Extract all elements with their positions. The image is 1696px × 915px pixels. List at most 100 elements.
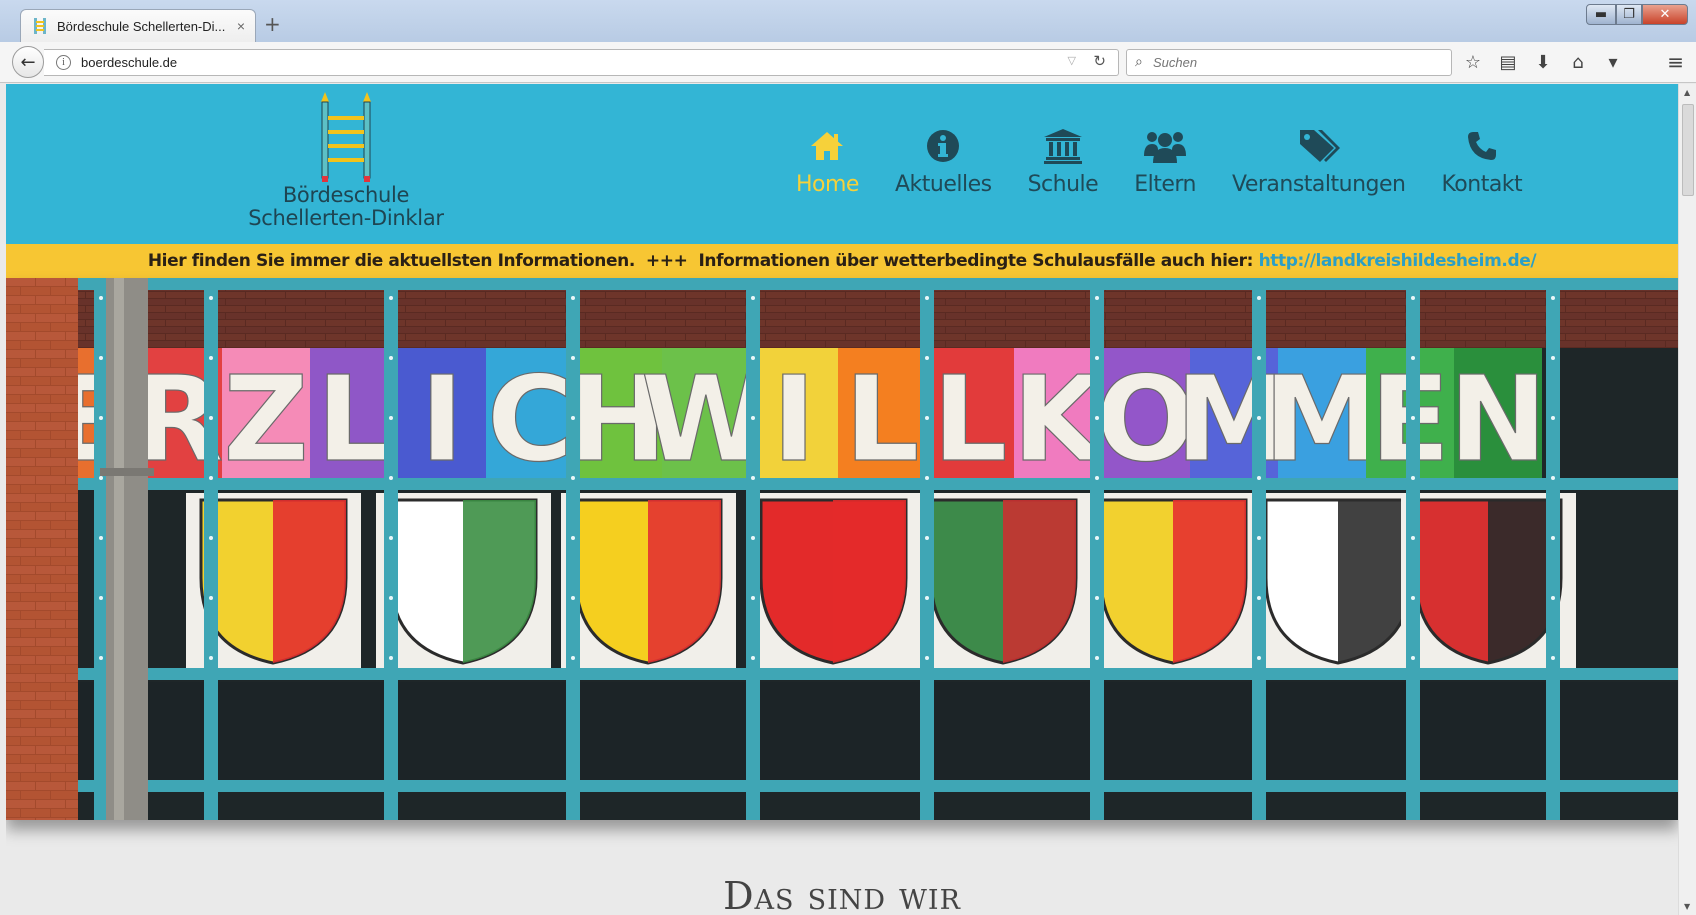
- window-frame-mullion: [1252, 682, 1266, 820]
- frame-rivet: [1095, 296, 1099, 300]
- frame-rivet: [99, 596, 103, 600]
- nav-item-kontakt[interactable]: Kontakt: [1441, 124, 1523, 197]
- frame-rivet: [389, 416, 393, 420]
- window-frame-mullion: [746, 682, 760, 820]
- page-viewport: Bördeschule Schellerten-Dinklar Home Akt…: [6, 84, 1678, 915]
- ticker-link[interactable]: http://landkreishildesheim.de/: [1259, 251, 1537, 271]
- banner-letter: L: [932, 350, 1007, 488]
- frame-rivet: [209, 356, 213, 360]
- back-button[interactable]: ←: [12, 46, 44, 78]
- frame-rivet: [1551, 656, 1555, 660]
- frame-rivet: [1257, 596, 1261, 600]
- institution-icon: [1043, 124, 1083, 168]
- news-ticker: Hier finden Sie immer die aktuellsten In…: [6, 244, 1678, 278]
- banner-letter: M: [1263, 350, 1380, 488]
- nav-item-aktuelles[interactable]: Aktuelles: [895, 124, 992, 197]
- browser-tab[interactable]: Bördeschule Schellerten-Di... ×: [20, 9, 256, 42]
- download-icon[interactable]: ⬇: [1532, 50, 1554, 74]
- close-window-button[interactable]: ✕: [1642, 4, 1688, 25]
- logo-text-line2: Schellerten-Dinklar: [248, 206, 444, 230]
- hamburger-menu-icon[interactable]: ≡: [1667, 50, 1684, 74]
- arrow-left-icon: ←: [20, 51, 36, 73]
- nav-item-veranstaltungen[interactable]: Veranstaltungen: [1231, 124, 1406, 197]
- browser-navbar: ← i boerdeschule.de ▽ ↻ ⌕ ☆ ▤ ⬇ ⌂ ▾ ≡: [0, 42, 1696, 83]
- frame-rivet: [571, 296, 575, 300]
- nav-item-eltern[interactable]: Eltern: [1134, 124, 1196, 197]
- frame-rivet: [1411, 296, 1415, 300]
- minimize-button[interactable]: ▬: [1586, 4, 1616, 25]
- window-frame-mullion: [566, 682, 580, 820]
- window-controls: ▬ ❐ ✕: [1586, 4, 1688, 25]
- site-header: Bördeschule Schellerten-Dinklar Home Akt…: [6, 84, 1678, 244]
- banner-letter: N: [1449, 350, 1548, 488]
- search-input[interactable]: [1153, 51, 1443, 74]
- banner-letter: L: [844, 350, 919, 488]
- pocket-icon[interactable]: ▾: [1602, 50, 1624, 74]
- frame-rivet: [1551, 476, 1555, 480]
- frame-rivet: [1257, 476, 1261, 480]
- frame-rivet: [925, 356, 929, 360]
- window-frame-mullion: [1406, 682, 1420, 820]
- url-text[interactable]: boerdeschule.de: [81, 55, 177, 70]
- browser-toolbar: ☆ ▤ ⬇ ⌂ ▾: [1462, 50, 1624, 74]
- frame-rivet: [209, 536, 213, 540]
- frame-rivet: [1095, 596, 1099, 600]
- frame-rivet: [751, 356, 755, 360]
- nav-item-home[interactable]: Home: [796, 124, 859, 197]
- frame-rivet: [99, 476, 103, 480]
- bookmark-star-icon[interactable]: ☆: [1462, 50, 1484, 74]
- url-bar[interactable]: i boerdeschule.de ▽ ↻: [44, 49, 1119, 76]
- home-icon[interactable]: ⌂: [1567, 50, 1589, 74]
- url-history-dropdown-icon[interactable]: ▽: [1068, 54, 1076, 67]
- frame-rivet: [1411, 356, 1415, 360]
- frame-rivet: [389, 296, 393, 300]
- frame-rivet: [925, 416, 929, 420]
- frame-rivet: [209, 656, 213, 660]
- frame-rivet: [1551, 536, 1555, 540]
- scroll-down-icon[interactable]: ▼: [1684, 902, 1690, 911]
- banner-letter: C: [487, 350, 574, 488]
- window-frame-mullion: [920, 682, 934, 820]
- nav-label-veranstaltungen: Veranstaltungen: [1231, 172, 1406, 197]
- page-scrollbar[interactable]: ▲ ▼: [1678, 84, 1696, 915]
- tab-title: Bördeschule Schellerten-Di...: [57, 18, 226, 34]
- window-frame-mullion: [384, 682, 398, 820]
- nav-label-home: Home: [796, 172, 859, 197]
- frame-rivet: [1411, 476, 1415, 480]
- frame-rivet: [1551, 596, 1555, 600]
- window-frame-transom: [78, 780, 1678, 792]
- frame-rivet: [1257, 536, 1261, 540]
- frame-rivet: [925, 656, 929, 660]
- frame-rivet: [925, 596, 929, 600]
- tab-close-icon[interactable]: ×: [237, 18, 245, 34]
- frame-rivet: [1411, 656, 1415, 660]
- frame-rivet: [1411, 416, 1415, 420]
- frame-rivet: [1257, 416, 1261, 420]
- new-tab-button[interactable]: +: [264, 12, 281, 36]
- search-bar[interactable]: ⌕: [1126, 49, 1452, 76]
- site-favicon-icon: [31, 18, 49, 34]
- frame-rivet: [209, 596, 213, 600]
- reading-list-icon[interactable]: ▤: [1497, 50, 1519, 74]
- reload-icon[interactable]: ↻: [1093, 52, 1106, 70]
- window-frame-mullion: [204, 682, 218, 820]
- frame-rivet: [209, 476, 213, 480]
- frame-rivet: [1411, 596, 1415, 600]
- scroll-up-icon[interactable]: ▲: [1684, 88, 1690, 97]
- lower-glass: [78, 682, 1678, 780]
- site-logo[interactable]: Bördeschule Schellerten-Dinklar: [246, 92, 446, 230]
- frame-rivet: [1095, 356, 1099, 360]
- frame-rivet: [571, 476, 575, 480]
- ladder-logo-icon: [321, 92, 371, 182]
- search-icon: ⌕: [1135, 53, 1143, 69]
- frame-rivet: [1095, 656, 1099, 660]
- site-info-icon[interactable]: i: [56, 55, 71, 70]
- frame-rivet: [99, 656, 103, 660]
- frame-rivet: [99, 356, 103, 360]
- window-frame-transom: [78, 478, 1678, 490]
- scroll-thumb[interactable]: [1682, 104, 1694, 196]
- nav-item-schule[interactable]: Schule: [1028, 124, 1099, 197]
- frame-rivet: [389, 476, 393, 480]
- main-navigation: Home Aktuelles Schule Eltern Veranstaltu…: [796, 124, 1558, 197]
- maximize-button[interactable]: ❐: [1616, 4, 1642, 25]
